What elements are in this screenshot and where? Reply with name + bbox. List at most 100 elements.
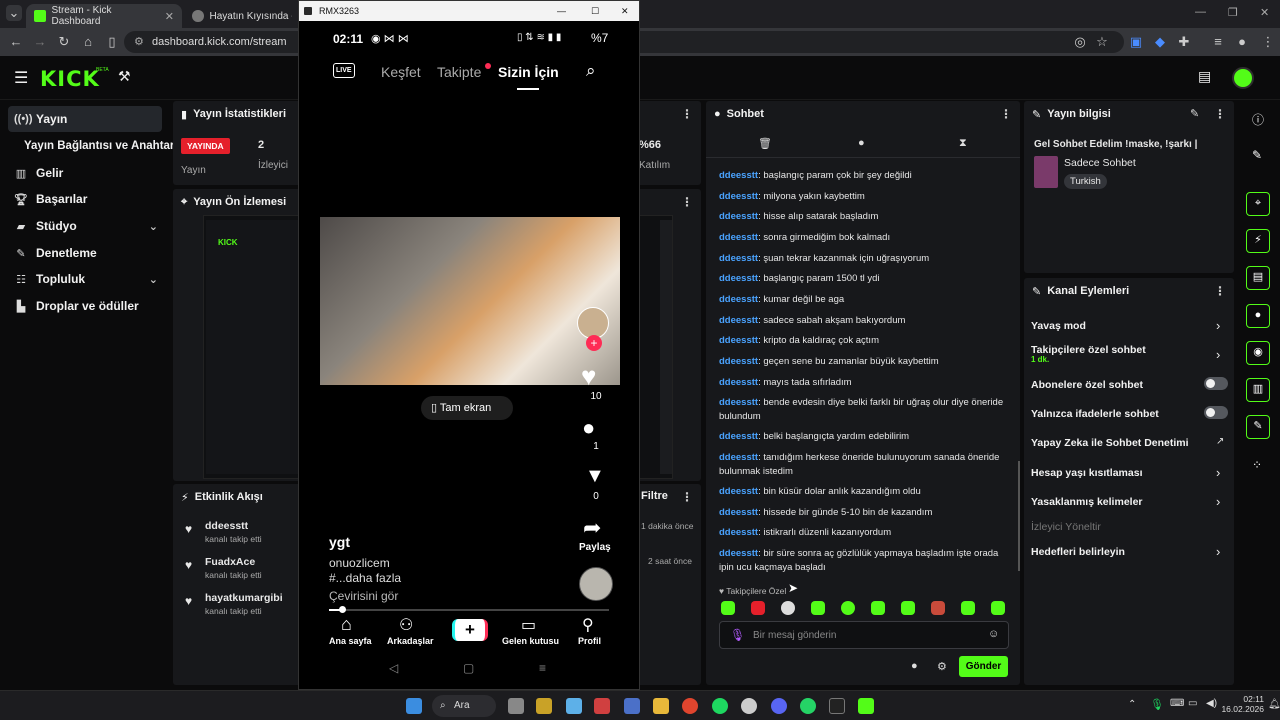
slow-mode-label[interactable]: Yavaş mod [1031, 320, 1231, 332]
category-name[interactable]: Sadece Sohbet [1064, 157, 1136, 169]
emote-icon[interactable] [721, 601, 735, 615]
chevron-right-icon[interactable]: › [1216, 347, 1220, 362]
caption-more-link[interactable]: #...daha fazla [329, 571, 401, 585]
minimize-icon[interactable]: — [1195, 6, 1206, 18]
comment-icon[interactable]: ● [582, 415, 595, 441]
chat-message[interactable]: ddeesstt: tanıdığım herkese öneride bulu… [719, 451, 1011, 479]
chat-message[interactable]: ddeesstt: şuan tekrar kazanmak için uğra… [719, 252, 1011, 266]
chat-message[interactable]: ddeesstt: milyona yakın kaybettim [719, 190, 1011, 204]
maximize-icon[interactable]: ☐ [591, 1, 599, 21]
keyboard-icon[interactable]: ⌨ [1170, 698, 1184, 709]
whatsapp-icon[interactable] [800, 698, 816, 714]
browser-menu-icon[interactable]: ⋮ [1260, 34, 1276, 50]
more-options-icon[interactable]: ⋮ [681, 490, 693, 504]
chat-scrollbar[interactable] [1018, 461, 1020, 571]
sidebar-item-gelir[interactable]: ▥ Gelir [8, 160, 162, 186]
bookmark-star-icon[interactable]: ☆ [1094, 34, 1110, 50]
microphone-icon[interactable]: 🎙︎ [730, 628, 745, 642]
create-plus-button[interactable]: + [452, 619, 488, 641]
tools-icon[interactable]: ⚒ [118, 68, 131, 85]
chat-username[interactable]: ddeesstt [719, 431, 758, 442]
chevron-right-icon[interactable]: › [1216, 465, 1220, 480]
chat-message[interactable]: ddeesstt: kripto da kaldıraç çok açtım [719, 334, 1011, 348]
chat-message[interactable]: ddeesstt: bende evdesin diye belki farkl… [719, 396, 1011, 424]
chat-message[interactable]: ddeesstt: başlangıç param çok bir şey de… [719, 169, 1011, 183]
sidebar-item-topluluk[interactable]: ☷ Topluluk ⌄ [8, 266, 162, 292]
info-icon[interactable]: ⓘ [1252, 111, 1264, 128]
chat-message[interactable]: ddeesstt: geçen sene bu zamanlar büyük k… [719, 355, 1011, 369]
pencil-icon[interactable]: ✎ [1252, 148, 1262, 162]
preview-toggle-icon[interactable]: ⌖ [1246, 192, 1270, 216]
wallet-icon[interactable]: ▤ [1198, 68, 1211, 85]
chat-message[interactable]: ddeesstt: başlangıç param 1500 tl ydi [719, 272, 1011, 286]
user-avatar[interactable] [1232, 67, 1254, 89]
chat-message[interactable]: ddeesstt: hisse alıp satarak başladım [719, 210, 1011, 224]
nav-inbox-label[interactable]: Gelen kutusu [502, 636, 559, 646]
extension-vpn-icon[interactable]: ◆ [1152, 34, 1168, 50]
chat-username[interactable]: ddeesstt [719, 232, 758, 243]
chat-username[interactable]: ddeesstt [719, 273, 758, 284]
live-button[interactable]: LIVE [333, 63, 355, 78]
chat-message[interactable]: ddeesstt: mayıs tada sıfırladım [719, 376, 1011, 390]
heart-icon[interactable]: ♥ [581, 361, 596, 392]
sidebar-item-yayin[interactable]: ((•)) Yayın [8, 106, 162, 132]
tab-hayatin-kiyisinda[interactable]: Hayatın Kıyısında - All The [184, 4, 300, 28]
volume-icon[interactable]: ◀) [1206, 698, 1217, 709]
sidebar-item-denetleme[interactable]: ✎ Denetleme [8, 240, 162, 266]
tab-for-you[interactable]: Sizin İçin [498, 64, 559, 80]
more-options-icon[interactable]: ⋮ [1000, 107, 1012, 121]
tab-menu-button[interactable]: ⌄ [6, 5, 22, 21]
video-progress-handle[interactable] [339, 606, 346, 613]
chat-users-icon[interactable]: ● [911, 660, 918, 672]
store-icon[interactable] [566, 698, 582, 714]
emote-icon[interactable] [811, 601, 825, 615]
stats-toggle-icon[interactable]: ▥ [1246, 378, 1270, 402]
search-icon[interactable]: ⌕ [586, 61, 596, 81]
chat-username[interactable]: ddeesstt [719, 452, 758, 463]
kick-logo[interactable]: KICK [40, 67, 100, 91]
maximize-icon[interactable]: ❐ [1228, 6, 1238, 19]
kick-app-icon[interactable] [858, 698, 874, 714]
category-thumbnail[interactable] [1034, 156, 1058, 188]
send-button[interactable]: Gönder [959, 656, 1008, 677]
ai-moderation-label[interactable]: Yapay Zeka ile Sohbet Denetimi [1031, 437, 1231, 449]
more-options-icon[interactable]: ⋮ [681, 195, 693, 209]
tab-stream-dashboard[interactable]: Stream - Kick Dashboard ✕ [26, 4, 182, 28]
activity-toggle-icon[interactable]: ⚡︎ [1246, 229, 1270, 253]
chat-username[interactable]: ddeesstt [719, 548, 758, 559]
home-icon[interactable]: ⌂ [341, 614, 352, 635]
emote-icon[interactable] [901, 601, 915, 615]
profile-icon[interactable]: ⚲ [582, 615, 594, 635]
sidebar-item-droplar[interactable]: ▙ Droplar ve ödüller [8, 293, 162, 319]
taskbar-clock[interactable]: 02:11 16.02.2026 [1221, 694, 1264, 714]
reading-list-icon[interactable]: ≡ [1210, 34, 1226, 50]
emote-icon[interactable] [751, 601, 765, 615]
forward-icon[interactable]: → [32, 34, 48, 50]
android-home-icon[interactable]: ▢ [463, 661, 474, 675]
android-back-icon[interactable]: ◁ [389, 661, 398, 675]
chat-bubble-icon[interactable]: ● [858, 137, 865, 149]
app-icon[interactable] [594, 698, 610, 714]
reload-icon[interactable]: ↻ [56, 34, 72, 50]
android-recents-icon[interactable]: ≡ [539, 661, 546, 675]
chat-toggle-icon[interactable]: ● [1246, 304, 1270, 328]
app-icon[interactable] [624, 698, 640, 714]
sidebar-item-basarilar[interactable]: 🏆︎ Başarılar [8, 186, 162, 212]
tag-chip[interactable]: Turkish [1064, 174, 1107, 189]
close-window-icon[interactable]: ✕ [621, 1, 629, 21]
extension-translate-icon[interactable]: ▣ [1128, 34, 1144, 50]
spotify-icon[interactable] [712, 698, 728, 714]
video-progress-track[interactable] [329, 606, 609, 613]
chat-message[interactable]: ddeesstt: istikrarlı düzenli kazanıyordu… [719, 526, 1011, 540]
emote-icon[interactable] [871, 601, 885, 615]
notifications-icon[interactable]: 🔔︎ [1268, 699, 1280, 710]
nav-friends-label[interactable]: Arkadaşlar [387, 636, 434, 646]
chat-message[interactable]: ddeesstt: bir süre sonra aç gözlülük yap… [719, 547, 1011, 575]
translate-link[interactable]: Çevirisini gör [329, 589, 398, 603]
home-icon[interactable]: ⌂ [80, 34, 96, 50]
sound-disc-icon[interactable] [579, 567, 613, 601]
activity-user[interactable]: ddeesstt [205, 520, 248, 532]
activity-user[interactable]: FuadxAce [205, 556, 255, 568]
extensions-icon[interactable]: ✚ [1176, 34, 1192, 50]
edit-icon[interactable]: ✎ [1190, 107, 1199, 120]
